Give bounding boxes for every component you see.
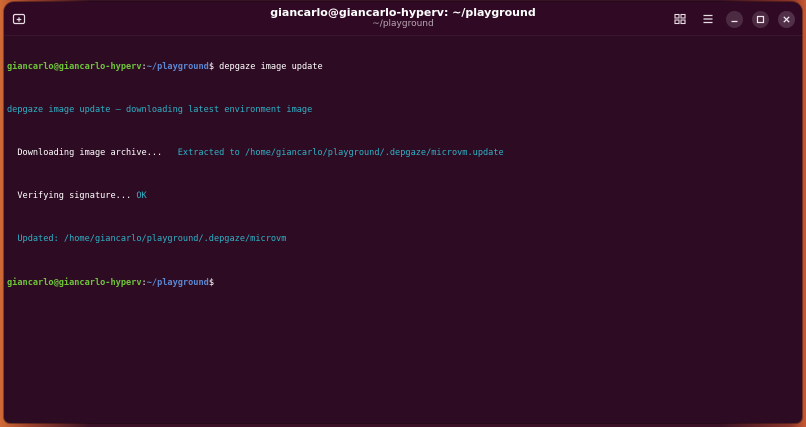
prompt-path: ~/playground (146, 277, 209, 288)
terminal-line-verifying: Verifying signature... OK (7, 191, 797, 202)
title-bar[interactable]: giancarlo@giancarlo-hyperv: ~/playground… (4, 2, 802, 36)
hamburger-menu-icon (703, 14, 713, 24)
maximize-icon (756, 15, 765, 24)
extracted-text: Extracted to /home/giancarlo/playground/… (162, 147, 504, 158)
prompt-user: giancarlo@giancarlo-hyperv (7, 277, 142, 288)
maximize-button[interactable] (752, 11, 769, 28)
command-text: depgaze image update (214, 61, 323, 72)
terminal-window: giancarlo@giancarlo-hyperv: ~/playground… (4, 2, 802, 423)
terminal-line-downloading: Downloading image archive... Extracted t… (7, 148, 797, 159)
prompt-dollar: $ (208, 277, 214, 288)
downloading-text: Downloading image archive... (7, 147, 163, 158)
view-button[interactable] (672, 11, 688, 27)
close-icon (783, 16, 790, 23)
prompt-path: ~/playground (146, 61, 209, 72)
terminal-line-updated: Updated: /home/giancarlo/playground/.dep… (7, 234, 287, 245)
menu-button[interactable] (700, 11, 716, 27)
minimize-button[interactable] (726, 11, 743, 28)
terminal-line-prompt[interactable]: giancarlo@giancarlo-hyperv:~/playground$ (7, 278, 797, 289)
prompt-user: giancarlo@giancarlo-hyperv (7, 61, 142, 72)
grid-view-icon (674, 13, 686, 25)
status-ok: OK (136, 191, 147, 202)
terminal-output[interactable]: giancarlo@giancarlo-hyperv:~/playground$… (7, 40, 797, 310)
terminal-line-command: giancarlo@giancarlo-hyperv:~/playground$… (7, 62, 797, 73)
minimize-icon (731, 20, 738, 23)
verifying-text: Verifying signature... (7, 191, 137, 202)
close-button[interactable] (778, 11, 795, 28)
terminal-line-update-header: depgaze image update — downloading lates… (7, 104, 313, 115)
